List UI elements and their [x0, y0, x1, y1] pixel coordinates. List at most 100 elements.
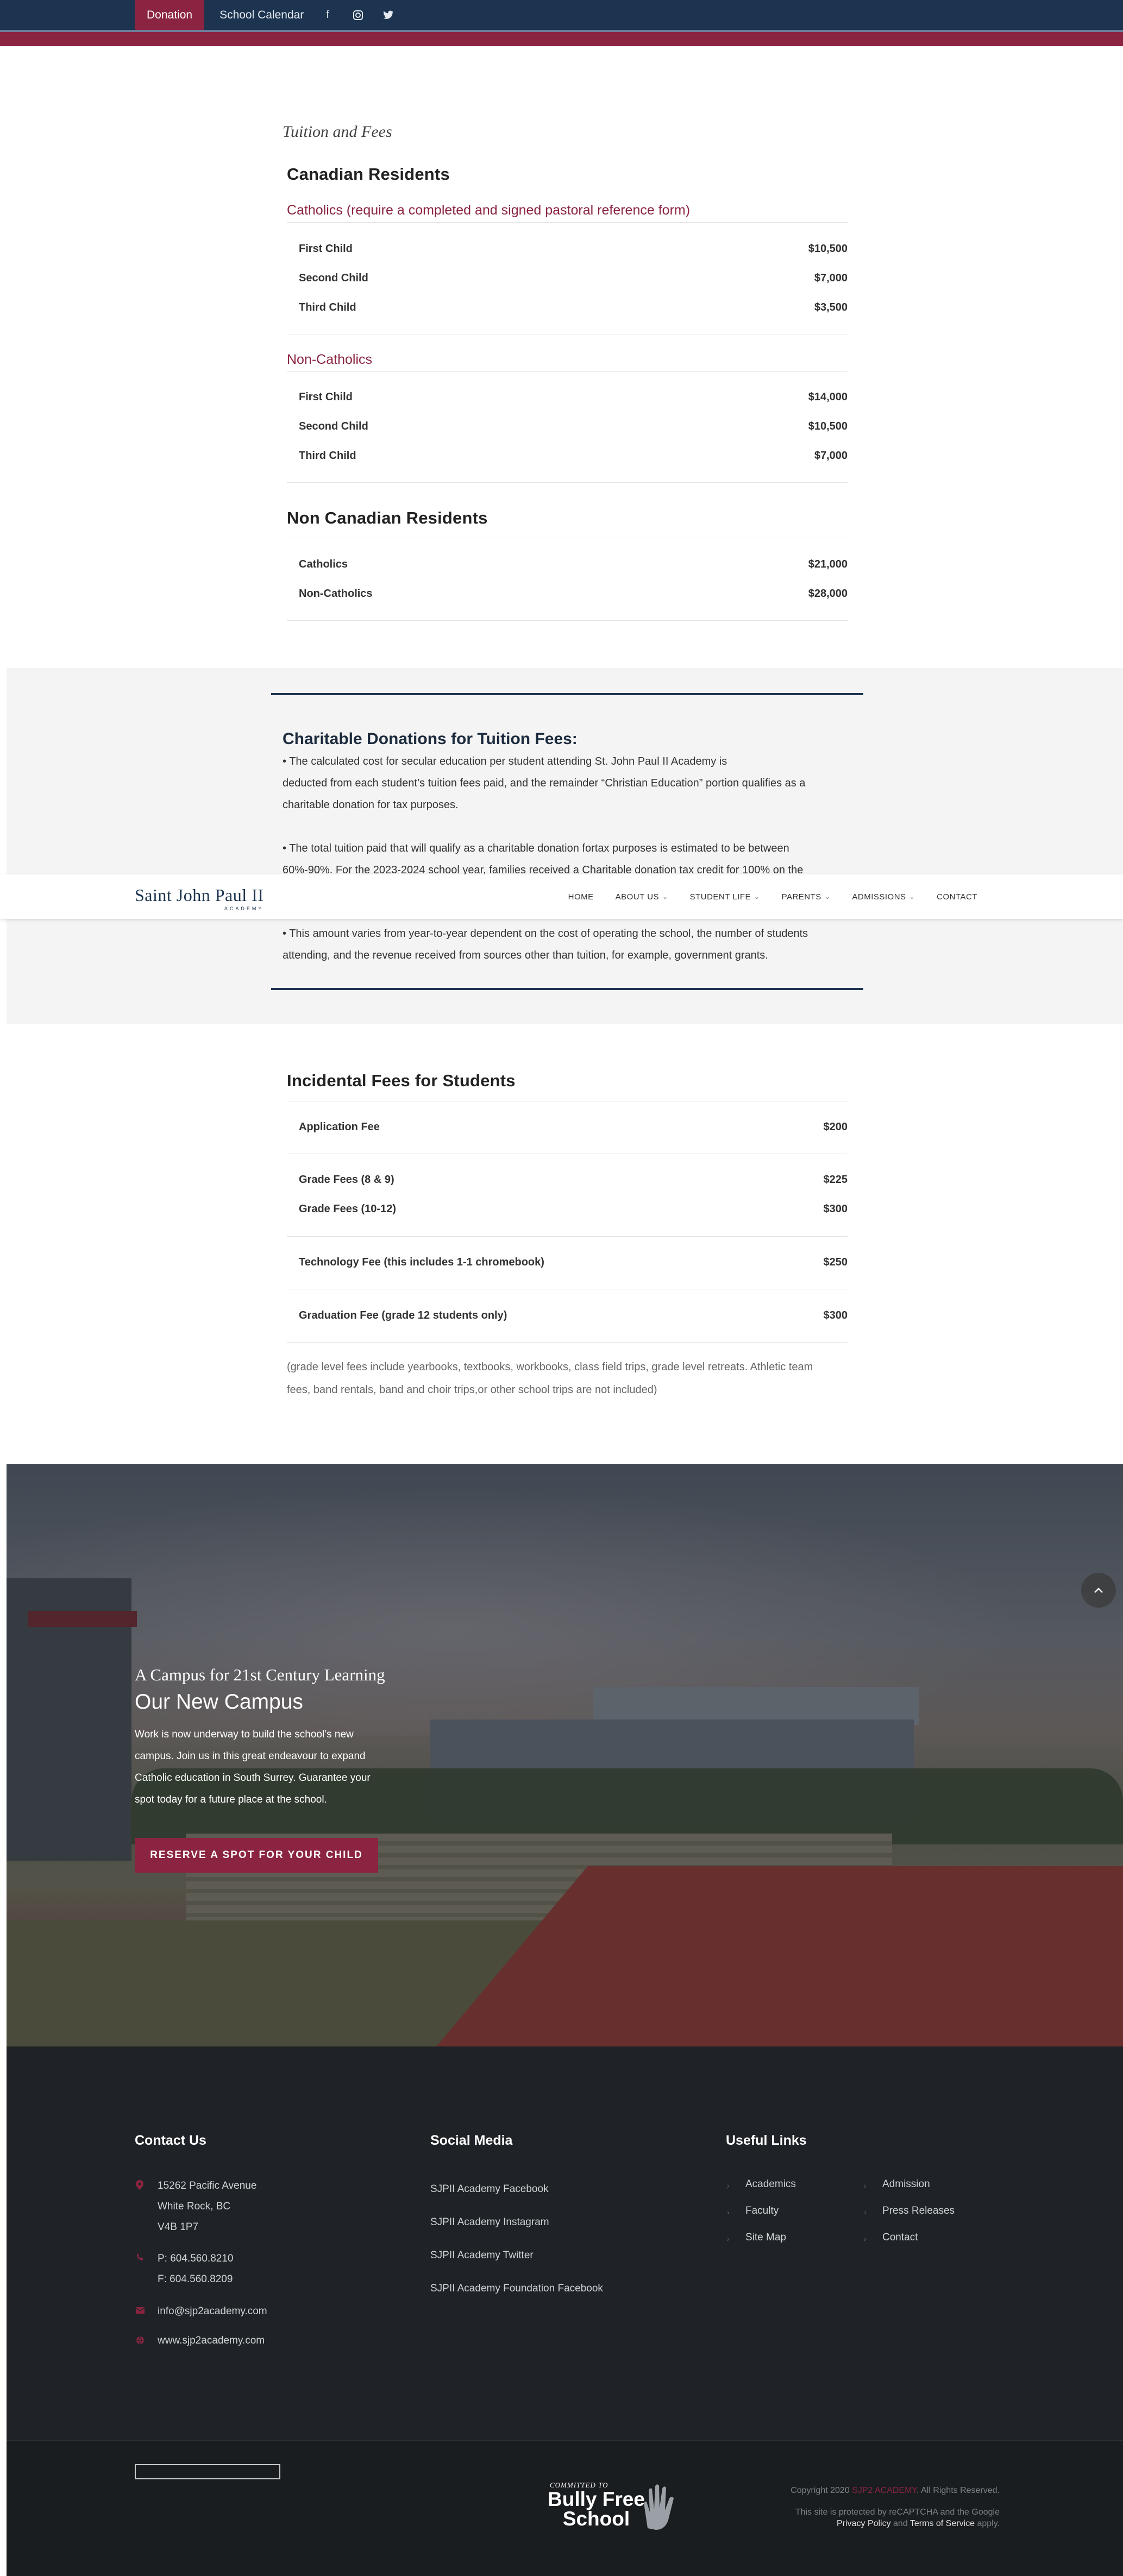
school-logo[interactable]: Saint John Paul II ACADEMY: [135, 885, 264, 911]
useful-link-contact[interactable]: Contact: [882, 2232, 918, 2244]
top-nav: Donation School Calendar f: [135, 0, 395, 30]
divider: [271, 693, 863, 695]
social-link-foundation-facebook[interactable]: SJPII Academy Foundation Facebook: [430, 2283, 603, 2295]
footer: [7, 2046, 1123, 2440]
social-link-twitter[interactable]: SJPII Academy Twitter: [430, 2250, 534, 2262]
twitter-icon[interactable]: [382, 9, 395, 22]
donations-title: Charitable Donations for Tuition Fees:: [283, 730, 578, 748]
campus-text-line: spot today for a future place at the sch…: [135, 1794, 327, 1805]
email-icon: [135, 2307, 145, 2315]
note-line: (grade level fees include yearbooks, tex…: [287, 1361, 813, 1373]
nav-item-admissions[interactable]: ADMISSIONS ⌄: [852, 892, 915, 902]
useful-links-title: Useful Links: [726, 2133, 807, 2148]
phone-number[interactable]: P: 604.560.8210: [158, 2249, 233, 2269]
nav-item-contact[interactable]: CONTACT: [937, 892, 977, 902]
privacy-policy-link[interactable]: Privacy Policy: [837, 2519, 891, 2528]
useful-link-press-releases[interactable]: Press Releases: [882, 2205, 955, 2217]
table-row-value: $7,000: [814, 272, 848, 284]
table-row-value: $3,500: [814, 301, 848, 313]
table-row-value: $7,000: [814, 450, 848, 462]
useful-link-faculty[interactable]: Faculty: [745, 2205, 779, 2217]
catholics-heading: Catholics (require a completed and signe…: [287, 203, 691, 218]
instagram-icon[interactable]: [352, 9, 365, 22]
reserve-spot-button[interactable]: RESERVE A SPOT FOR YOUR CHILD: [135, 1838, 378, 1873]
copyright-brand-link[interactable]: SJP2 ACADEMY: [852, 2486, 917, 2495]
table-row-label: Third Child: [299, 301, 356, 313]
table-row-value: $28,000: [808, 588, 848, 600]
bullet-icon: ›: [864, 2234, 867, 2243]
chevron-down-icon: ⌄: [754, 893, 760, 900]
table-row-label: Third Child: [299, 450, 356, 462]
phone-icon: [136, 2253, 145, 2262]
bully-free-line: School: [562, 2508, 630, 2530]
logo-subtext: ACADEMY: [224, 906, 264, 911]
table-row-label: Graduation Fee (grade 12 students only): [299, 1309, 507, 1321]
map-pin-icon: [136, 2180, 145, 2190]
donation-button[interactable]: Donation: [135, 0, 205, 30]
useful-link-site-map[interactable]: Site Map: [745, 2232, 786, 2244]
nav-item-student-life[interactable]: STUDENT LIFE ⌄: [690, 892, 760, 902]
nav-item-about-us[interactable]: ABOUT US ⌄: [616, 892, 668, 902]
donation-paragraph: • The total tuition paid that will quali…: [283, 842, 789, 854]
and-text: and: [893, 2519, 908, 2528]
table-row-value: $21,000: [808, 558, 848, 570]
useful-link-admission[interactable]: Admission: [882, 2178, 930, 2190]
chevron-down-icon: ⌄: [909, 893, 915, 900]
divider: [287, 222, 848, 223]
useful-link-academics[interactable]: Academics: [745, 2178, 796, 2190]
donation-paragraph: • This amount varies from year-to-year d…: [283, 928, 808, 940]
campus-hero: A Campus for 21st Century Learning Our N…: [7, 1464, 1123, 2046]
bullet-icon: ›: [864, 2181, 867, 2190]
table-row-label: First Child: [299, 391, 353, 403]
school-calendar-link[interactable]: School Calendar: [219, 9, 304, 22]
contact-phone-block: P: 604.560.8210 F: 604.560.8209: [158, 2249, 233, 2290]
divider: [287, 371, 848, 372]
incidental-note: (grade level fees include yearbooks, tex…: [287, 1356, 852, 1401]
note-line: fees, band rentals, band and choir trips…: [287, 1384, 657, 1396]
contact-website-link[interactable]: www.sjp2academy.com: [158, 2335, 265, 2347]
social-media-title: Social Media: [430, 2133, 513, 2148]
nav-item-home[interactable]: HOME: [568, 892, 594, 902]
donation-paragraph: charitable donation for tax purposes.: [283, 799, 459, 811]
header-accent-stripe: [0, 30, 1123, 46]
address-line: White Rock, BC: [158, 2201, 231, 2212]
incidental-fees-title: Incidental Fees for Students: [287, 1071, 516, 1090]
social-link-instagram[interactable]: SJPII Academy Instagram: [430, 2216, 549, 2228]
divider: [287, 1342, 848, 1343]
campus-script-title: A Campus for 21st Century Learning: [135, 1665, 385, 1684]
table-row-label: Non-Catholics: [299, 588, 373, 600]
donation-paragraph: attending, and the revenue received from…: [283, 949, 768, 961]
table-row-label: Application Fee: [299, 1121, 380, 1133]
apply-text: apply.: [977, 2519, 1000, 2528]
table-row-label: Grade Fees (8 & 9): [299, 1174, 394, 1186]
nav-item-parents[interactable]: PARENTS ⌄: [782, 892, 831, 902]
table-row-value: $10,500: [808, 243, 848, 255]
donation-paragraph: deducted from each student’s tuition fee…: [283, 777, 806, 789]
chevron-down-icon: ⌄: [824, 893, 831, 900]
nav-item-label: STUDENT LIFE: [689, 892, 751, 902]
non-catholics-heading: Non-Catholics: [287, 352, 373, 367]
table-row-value: $225: [823, 1174, 848, 1186]
address-line: V4B 1P7: [158, 2221, 198, 2233]
bully-free-badge: Bully Free School: [548, 2489, 645, 2530]
scroll-to-top-button[interactable]: [1081, 1573, 1116, 1608]
contact-email-link[interactable]: info@sjp2academy.com: [158, 2306, 267, 2317]
broken-image: [135, 2464, 280, 2479]
hand-icon: [644, 2484, 674, 2530]
contact-title: Contact Us: [135, 2133, 206, 2148]
table-row-label: Second Child: [299, 420, 368, 432]
table-row-label: Grade Fees (10-12): [299, 1203, 396, 1215]
nav-item-label: PARENTS: [781, 892, 821, 902]
table-row-value: $300: [823, 1203, 848, 1215]
terms-of-service-link[interactable]: Terms of Service: [910, 2519, 975, 2528]
main-navigation: Saint John Paul II ACADEMY HOME ABOUT US…: [0, 874, 1123, 919]
nav-item-label: ADMISSIONS: [852, 892, 906, 902]
nav-menu: HOME ABOUT US ⌄ STUDENT LIFE ⌄ PARENTS ⌄ AD…: [547, 874, 977, 919]
table-row-value: $14,000: [808, 391, 848, 403]
chevron-up-icon: [1094, 1588, 1103, 1593]
contact-address: 15262 Pacific Avenue White Rock, BC V4B …: [158, 2176, 256, 2238]
logo-text: Saint John Paul II: [135, 885, 264, 905]
social-link-facebook[interactable]: SJPII Academy Facebook: [430, 2183, 549, 2195]
bullet-icon: ›: [727, 2234, 730, 2243]
facebook-icon[interactable]: f: [321, 9, 334, 22]
